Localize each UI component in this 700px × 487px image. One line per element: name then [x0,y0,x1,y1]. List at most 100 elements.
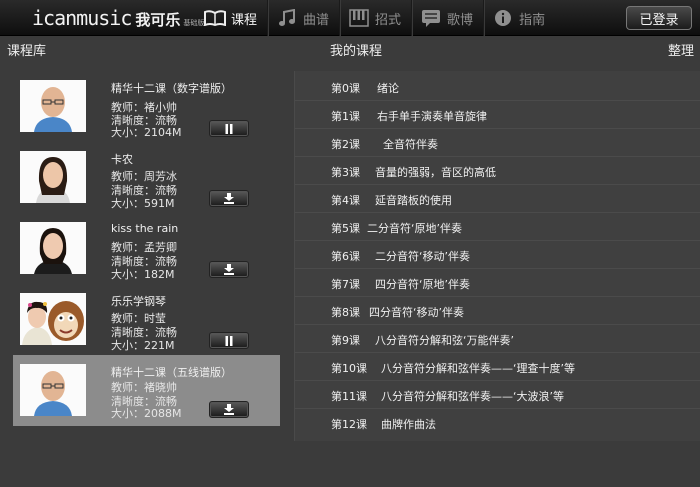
lesson-row[interactable]: 第5课 二分音符‘原地’伴奏 [295,213,700,241]
lesson-name: 全音符伴奏 [383,138,438,151]
list-icon [420,9,442,27]
lesson-name: 四分音符‘移动’伴奏 [369,306,464,319]
lesson-name: 音量的强弱，音区的高低 [375,166,496,179]
course-teacher: 教师：时莹 [111,312,166,325]
nav-label: 课程 [231,12,258,28]
lesson-row[interactable]: 第2课 全音符伴奏 [295,129,700,157]
logo-text: icanmusic [32,6,132,30]
pause-button[interactable] [209,332,249,349]
lesson-number: 第5课 [331,222,360,235]
login-status-button[interactable]: 已登录 [626,6,692,30]
lesson-number: 第6课 [331,250,360,263]
course-teacher: 教师：周芳冰 [111,170,177,183]
course-quality: 清晰度：流畅 [111,184,177,197]
app-logo[interactable]: icanmusic 我可乐 基础版 [32,6,204,30]
nav-label: 歌博 [447,12,474,28]
logo-cn: 我可乐 [135,11,181,29]
top-bar: icanmusic 我可乐 基础版 课程 曲谱 招式 歌博 指南 已登录 [0,0,700,36]
lesson-row[interactable]: 第8课 四分音符‘移动’伴奏 [295,297,700,325]
nav-item-scores[interactable]: 曲谱 [267,0,339,36]
nav-item-blog[interactable]: 歌博 [411,0,483,36]
nav-item-guide[interactable]: 指南 [483,0,555,36]
organize-button[interactable]: 整理 [668,40,694,59]
teacher-photo [20,151,86,203]
course-item[interactable]: kiss the rain 教师：孟芳卿 清晰度：流畅 大小：182M [13,213,280,284]
course-size: 大小：591M [111,197,175,210]
course-item[interactable]: 卡农 教师：周芳冰 清晰度：流畅 大小：591M [13,142,280,213]
teacher-photo [20,80,86,132]
my-courses-lesson-list: 第0课 绪论 第1课 右手单手演奏单音旋律 第2课 全音符伴奏 第3课 音量的强… [294,71,700,441]
lesson-name: 二分音符‘原地’伴奏 [367,222,462,235]
lesson-row[interactable]: 第10课 八分音符分解和弦伴奏——‘理查十度’等 [295,353,700,381]
lesson-name: 曲牌作曲法 [381,418,436,431]
course-title: 精华十二课（数字谱版） [111,82,232,95]
lesson-row[interactable]: 第4课 延音踏板的使用 [295,185,700,213]
teacher-photo [20,364,86,416]
course-size: 大小：182M [111,268,175,281]
course-title: 精华十二课（五线谱版） [111,366,232,379]
lesson-row[interactable]: 第6课 二分音符‘移动’伴奏 [295,241,700,269]
info-icon [492,9,514,27]
lesson-name: 八分音符分解和弦伴奏——‘理查十度’等 [381,362,575,375]
course-library-heading: 课程库 [7,44,47,59]
course-library-list: 精华十二课（数字谱版） 教师：褚小帅 清晰度：流畅 大小：2104M 卡农 教师… [13,71,280,426]
lesson-row[interactable]: 第12课 曲牌作曲法 [295,409,700,437]
lesson-row[interactable]: 第7课 四分音符‘原地’伴奏 [295,269,700,297]
lesson-name: 绪论 [377,82,399,95]
nav-label: 招式 [375,12,402,28]
lesson-name: 八分音符分解和弦‘万能伴奏’ [375,334,514,347]
lesson-number: 第9课 [331,334,360,347]
nav-label: 指南 [519,12,546,28]
lesson-name: 二分音符‘移动’伴奏 [375,250,470,263]
book-icon [204,9,226,27]
course-teacher: 教师：褚小帅 [111,101,177,114]
lesson-name: 八分音符分解和弦伴奏——‘大波浪’等 [381,390,564,403]
lesson-name: 延音踏板的使用 [375,194,452,207]
lesson-number: 第7课 [331,278,360,291]
teacher-photo [20,222,86,274]
lesson-number: 第3课 [331,166,360,179]
course-item[interactable]: 精华十二课（数字谱版） 教师：褚小帅 清晰度：流畅 大小：2104M [13,71,280,142]
lesson-number: 第4课 [331,194,360,207]
lesson-name: 右手单手演奏单音旋律 [377,110,487,123]
course-title: 卡农 [111,153,133,166]
course-title: kiss the rain [111,222,179,235]
course-title: 乐乐学钢琴 [111,295,166,308]
lesson-number: 第10课 [331,362,367,375]
course-quality: 清晰度：流畅 [111,326,177,339]
main-nav: 课程 曲谱 招式 歌博 指南 [196,0,555,36]
lesson-row[interactable]: 第9课 八分音符分解和弦‘万能伴奏’ [295,325,700,353]
download-icon [223,189,235,208]
lesson-number: 第12课 [331,418,367,431]
course-teacher: 教师：孟芳卿 [111,241,177,254]
pause-button[interactable] [209,120,249,137]
course-item[interactable]: 乐乐学钢琴 教师：时莹 清晰度：流畅 大小：221M [13,284,280,355]
pause-icon [224,331,234,350]
download-button[interactable] [209,401,249,418]
course-item-selected[interactable]: 精华十二课（五线谱版） 教师：褚晓帅 清晰度：流畅 大小：2088M [13,355,280,426]
my-courses-heading: 我的课程 [330,44,383,59]
course-teacher: 教师：褚晓帅 [111,381,177,394]
course-size: 大小：221M [111,339,175,352]
nav-item-courses[interactable]: 课程 [196,0,267,36]
lesson-row[interactable]: 第3课 音量的强弱，音区的高低 [295,157,700,185]
download-icon [223,260,235,279]
course-size: 大小：2088M [111,407,182,420]
lesson-number: 第1课 [331,110,360,123]
piano-keys-icon [348,9,370,27]
nav-item-techniques[interactable]: 招式 [339,0,411,36]
course-mascot-photo [20,293,86,345]
lesson-number: 第11课 [331,390,367,403]
lesson-name: 四分音符‘原地’伴奏 [375,278,470,291]
download-button[interactable] [209,190,249,207]
pause-icon [224,119,234,138]
lesson-row[interactable]: 第11课 八分音符分解和弦伴奏——‘大波浪’等 [295,381,700,409]
lesson-row[interactable]: 第1课 右手单手演奏单音旋律 [295,101,700,129]
download-button[interactable] [209,261,249,278]
lesson-row[interactable]: 第0课 绪论 [295,73,700,101]
download-icon [223,400,235,419]
music-note-icon [276,9,298,27]
lesson-number: 第8课 [331,306,360,319]
course-size: 大小：2104M [111,126,182,139]
lesson-number: 第2课 [331,138,360,151]
